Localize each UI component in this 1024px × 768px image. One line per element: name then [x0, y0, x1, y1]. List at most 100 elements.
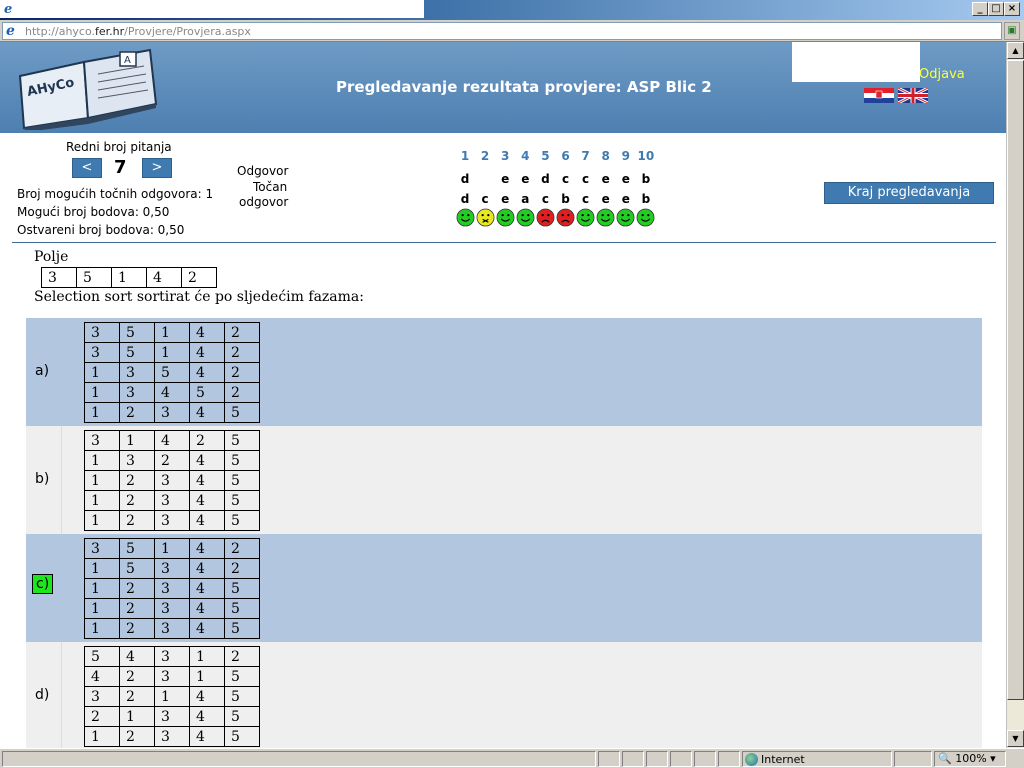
site-header: A AHyCo Pregledavanje rezultata provjere…: [0, 42, 1006, 133]
question-number-link[interactable]: 10: [636, 149, 656, 169]
minimize-button[interactable]: _: [972, 2, 988, 16]
result-column-7[interactable]: 7 cc: [576, 149, 596, 227]
phase-row: 35142: [84, 538, 260, 559]
phase-cell: 2: [224, 538, 260, 559]
phase-cell: 2: [119, 470, 155, 491]
phase-row: 13245: [84, 450, 260, 471]
phase-cell: 2: [224, 382, 260, 403]
field-label: Polje: [34, 249, 69, 265]
window-title-bar: e _ □ ×: [0, 0, 1024, 20]
phase-cell: 5: [224, 450, 260, 471]
phase-cell: 3: [154, 666, 190, 687]
next-question-button[interactable]: >: [142, 158, 172, 178]
result-column-3[interactable]: 3 ee: [495, 149, 515, 227]
phase-cell: 2: [84, 706, 120, 727]
page-content: A AHyCo Pregledavanje rezultata provjere…: [0, 42, 1006, 748]
previous-question-button[interactable]: <: [72, 158, 102, 178]
question-number-link[interactable]: 2: [475, 149, 495, 169]
question-number-link[interactable]: 5: [535, 149, 555, 169]
phase-cell: 1: [84, 382, 120, 403]
sad-smiley-icon: [556, 208, 575, 227]
status-bar: Internet 🔍 100% ▾: [0, 748, 1024, 768]
question-number-link[interactable]: 1: [455, 149, 475, 169]
phase-cell: 1: [154, 342, 190, 363]
correct-option-label: c): [32, 574, 54, 594]
english-flag-icon[interactable]: [898, 88, 928, 103]
maximize-button[interactable]: □: [988, 2, 1004, 16]
protected-mode-pane[interactable]: [894, 751, 932, 767]
question-number-link[interactable]: 4: [515, 149, 535, 169]
phase-cell: 5: [119, 342, 155, 363]
phase-cell: 5: [224, 706, 260, 727]
phase-cell: 3: [154, 490, 190, 511]
close-button[interactable]: ×: [1004, 2, 1020, 16]
result-column-2[interactable]: 2c: [475, 149, 495, 227]
page-icon[interactable]: ▣: [1004, 22, 1020, 40]
result-column-1[interactable]: 1 dd: [455, 149, 475, 227]
phase-row: 12345: [84, 470, 260, 491]
status-pane: [718, 751, 740, 767]
scroll-up-arrow-icon[interactable]: ▲: [1007, 42, 1024, 59]
phase-cell: 5: [224, 578, 260, 599]
current-question-number: 7: [114, 157, 127, 178]
option-phase-table: 3514235142135421345212345: [84, 322, 260, 423]
phase-cell: 1: [84, 618, 120, 639]
phase-cell: 2: [119, 402, 155, 423]
question-number-link[interactable]: 3: [495, 149, 515, 169]
question-text: Selection sort sortirat će po sljedećim …: [34, 289, 364, 305]
answer-option-d[interactable]: d) 5 4 3 1 2 4 2 3 1 5 3 2 1 4 5 2 1 3 4 5 1 2 3 4 5: [26, 642, 982, 748]
phase-row: 12345: [84, 598, 260, 619]
status-pane: [622, 751, 644, 767]
phase-cell: 5: [224, 618, 260, 639]
question-number-link[interactable]: 9: [616, 149, 636, 169]
phase-cell: 4: [189, 726, 225, 747]
result-column-4[interactable]: 4 ea: [515, 149, 535, 227]
phase-cell: 2: [119, 618, 155, 639]
phase-cell: 3: [154, 578, 190, 599]
correct-row-label-2: odgovor: [239, 195, 289, 209]
vertical-scrollbar[interactable]: ▲ ▼: [1006, 42, 1024, 748]
happy-smiley-icon: [636, 208, 655, 227]
answer-option-b[interactable]: b) 3 1 4 2 5 1 3 2 4 5 1 2 3 4 5 1 2 3 4 5 1 2 3 4 5: [26, 426, 982, 534]
result-column-6[interactable]: 6 cb: [556, 149, 576, 227]
question-number-link[interactable]: 7: [576, 149, 596, 169]
happy-smiley-icon: [616, 208, 635, 227]
scroll-thumb[interactable]: [1007, 60, 1024, 700]
phase-cell: 5: [224, 666, 260, 687]
phase-cell: 3: [119, 362, 155, 383]
field-cell: 4: [146, 267, 182, 288]
phase-cell: 2: [189, 430, 225, 451]
question-number-link[interactable]: 8: [596, 149, 616, 169]
zoom-level[interactable]: 🔍 100% ▾: [938, 752, 996, 765]
end-review-button[interactable]: Kraj pregledavanja: [824, 182, 994, 204]
result-column-10[interactable]: 10 b b: [636, 149, 656, 227]
phase-cell: 5: [119, 538, 155, 559]
scroll-down-arrow-icon[interactable]: ▼: [1007, 730, 1024, 747]
phase-cell: 4: [189, 538, 225, 559]
result-column-8[interactable]: 8 ee: [596, 149, 616, 227]
phase-cell: 2: [224, 362, 260, 383]
question-number-link[interactable]: 6: [556, 149, 576, 169]
phase-row: 21345: [84, 706, 260, 727]
phase-cell: 1: [84, 598, 120, 619]
phase-row: 35142: [84, 322, 260, 343]
phase-cell: 3: [154, 558, 190, 579]
given-answer: d: [541, 172, 550, 186]
result-column-9[interactable]: 9 ee: [616, 149, 636, 227]
phase-cell: 1: [84, 470, 120, 491]
url-field[interactable]: e http://ahyco.fer.hr/Provjere/Provjera.…: [2, 22, 1002, 40]
answer-option-c[interactable]: c) 3 5 1 4 2 1 5 3 4 2 1 2 3 4 5 1 2 3 4 5 1 2 3 4 5: [26, 534, 982, 642]
phase-cell: 1: [119, 706, 155, 727]
answer-option-a[interactable]: a) 3 5 1 4 2 3 5 1 4 2 1 3 5 4 2 1 3 4 5 2 1 2 3 4 5: [26, 318, 982, 426]
croatian-flag-icon[interactable]: [864, 88, 894, 103]
phase-cell: 2: [119, 510, 155, 531]
logout-link[interactable]: Odjava: [919, 67, 965, 82]
phase-row: 13542: [84, 362, 260, 383]
field-cell: 5: [76, 267, 112, 288]
globe-icon: [745, 752, 758, 766]
phase-cell: 1: [84, 402, 120, 423]
phase-cell: 2: [224, 558, 260, 579]
result-column-5[interactable]: 5 dc: [535, 149, 555, 227]
phase-cell: 5: [189, 382, 225, 403]
phase-row: 12345: [84, 618, 260, 639]
